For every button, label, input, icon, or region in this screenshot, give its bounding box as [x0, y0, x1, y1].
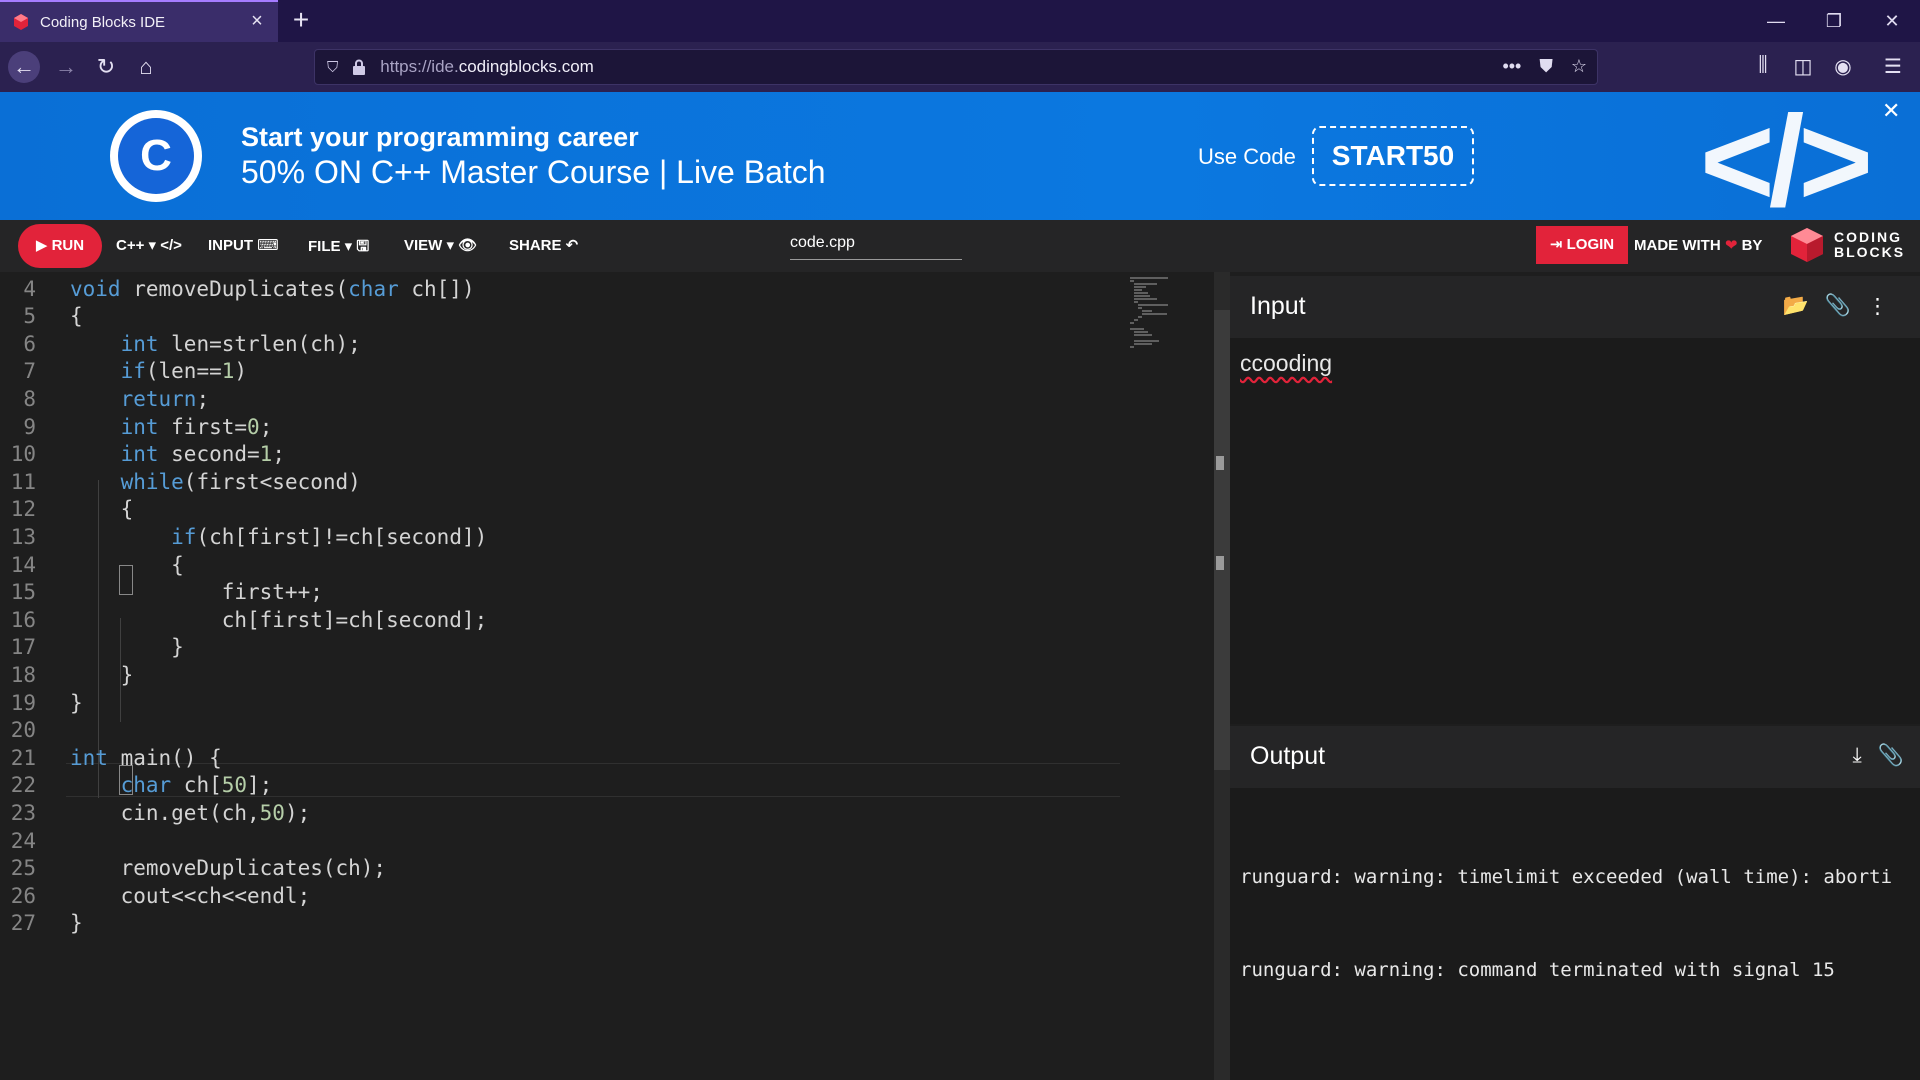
- minimap-line: [1134, 289, 1143, 291]
- page-actions-icon[interactable]: •••: [1502, 56, 1521, 77]
- minimap-line: [1130, 328, 1145, 330]
- view-menu[interactable]: VIEW ▾ 👁: [404, 236, 477, 254]
- banner-close-icon[interactable]: ✕: [1882, 98, 1900, 124]
- code-brackets-decoration: </>: [1700, 92, 1873, 220]
- forward-arrow-icon[interactable]: →: [50, 51, 82, 83]
- banner-subheadline: 50% ON C++ Master Course | Live Batch: [241, 154, 826, 190]
- coding-blocks-brand-text[interactable]: CODING BLOCKS: [1834, 230, 1905, 260]
- home-icon[interactable]: ⌂: [130, 51, 162, 83]
- language-selector[interactable]: C++ ▾ </>: [116, 236, 182, 254]
- tab-close-icon[interactable]: ×: [246, 10, 268, 32]
- minimap-line: [1138, 316, 1142, 318]
- browser-nav-bar: ← → ↻ ⌂ ⛉ https://ide.codingblocks.com •…: [0, 42, 1920, 92]
- promo-code: START50: [1312, 126, 1474, 186]
- minimap-line: [1134, 295, 1150, 297]
- editor-scrollbar[interactable]: [1214, 272, 1230, 1080]
- code-text[interactable]: }: [70, 906, 83, 940]
- coding-blocks-favicon-icon: [14, 14, 28, 30]
- minimap-line: [1130, 322, 1134, 324]
- more-vert-icon[interactable]: ⋮: [1867, 294, 1888, 319]
- minimap-line: [1134, 340, 1160, 342]
- minimap-line: [1134, 298, 1157, 300]
- stdout-text: runguard: warning: timelimit exceeded (w…: [1240, 800, 1920, 1048]
- browser-tab[interactable]: Coding Blocks IDE ×: [0, 0, 278, 42]
- browser-tab-bar: Coding Blocks IDE × + — ❐ ✕: [0, 0, 1920, 42]
- restore-button[interactable]: ❐: [1806, 0, 1862, 42]
- minimap-line: [1134, 331, 1149, 333]
- close-window-button[interactable]: ✕: [1864, 0, 1920, 42]
- line-number: 27: [10, 911, 36, 936]
- address-bar[interactable]: ⛉ https://ide.codingblocks.com ••• ⛊ ☆: [314, 49, 1598, 85]
- output-line: runguard: warning: command terminated wi…: [1240, 959, 1835, 981]
- paperclip-icon[interactable]: 📎: [1825, 294, 1851, 319]
- minimap-line: [1130, 277, 1169, 279]
- menu-icon[interactable]: ☰: [1880, 54, 1906, 79]
- heart-icon: ❤: [1724, 237, 1738, 254]
- filename-input[interactable]: code.cpp: [790, 230, 962, 260]
- tab-title: Coding Blocks IDE: [40, 13, 166, 31]
- paperclip-icon[interactable]: 📎: [1878, 744, 1904, 768]
- ide-toolbar: ▶ RUN C++ ▾ </> INPUT ⌨ FILE ▾ 🖫 VIEW ▾ …: [0, 220, 1920, 272]
- minimap-line: [1142, 310, 1152, 312]
- minimap-line: [1138, 304, 1168, 306]
- pocket-icon[interactable]: ⛊: [1539, 56, 1553, 77]
- reload-icon[interactable]: ↻: [90, 51, 122, 83]
- back-arrow-icon[interactable]: ←: [8, 51, 40, 83]
- download-icon[interactable]: ⤓: [1853, 744, 1862, 768]
- minimize-button[interactable]: —: [1748, 0, 1804, 42]
- minimap-line: [1134, 283, 1157, 285]
- minimap-line: [1134, 292, 1149, 294]
- share-button[interactable]: SHARE ↶: [509, 236, 578, 254]
- input-toggle[interactable]: INPUT ⌨: [208, 236, 279, 254]
- new-tab-button[interactable]: +: [286, 6, 316, 36]
- output-panel: Output ⤓ 📎 runguard: warning: timelimit …: [1230, 726, 1920, 1080]
- stdin-textarea[interactable]: ccooding: [1240, 350, 1332, 377]
- scrollbar-marker: [1216, 556, 1224, 570]
- minimap-line: [1134, 334, 1152, 336]
- cpp-logo-icon: C: [110, 110, 202, 202]
- url-text[interactable]: https://ide.codingblocks.com: [380, 57, 594, 77]
- minimap-line: [1138, 307, 1142, 309]
- folder-open-icon[interactable]: 📂: [1783, 294, 1809, 319]
- input-panel: Input 📂 📎 ⋮ ccooding: [1230, 276, 1920, 724]
- made-with-label: MADE WITH ❤ BY: [1634, 237, 1763, 254]
- coding-blocks-logo-icon[interactable]: [1788, 226, 1826, 264]
- run-button[interactable]: ▶ RUN: [18, 224, 102, 268]
- output-panel-header: Output ⤓ 📎: [1230, 726, 1920, 788]
- use-code-label: Use Code: [1198, 144, 1296, 169]
- code-line[interactable]: 27}: [0, 906, 1120, 940]
- account-icon[interactable]: ◉: [1830, 54, 1856, 79]
- minimap-line: [1130, 346, 1134, 348]
- minimap-line: [1134, 301, 1138, 303]
- minimap-line: [1134, 343, 1152, 345]
- code-editor[interactable]: 34void removeDuplicates(char ch[])5{6 in…: [0, 272, 1214, 1080]
- minimap-line: [1130, 280, 1134, 282]
- login-button[interactable]: ⇥ LOGIN: [1536, 226, 1628, 264]
- output-panel-title: Output: [1250, 742, 1326, 770]
- output-line: runguard: warning: timelimit exceeded (w…: [1240, 866, 1893, 888]
- editor-minimap[interactable]: [1126, 272, 1214, 1080]
- input-panel-title: Input: [1250, 292, 1306, 320]
- sidebar-icon[interactable]: ◫: [1790, 54, 1816, 79]
- minimap-line: [1134, 319, 1138, 321]
- minimap-line: [1142, 313, 1168, 315]
- tracking-shield-icon[interactable]: ⛉: [327, 59, 338, 76]
- bookmark-star-icon[interactable]: ☆: [1571, 56, 1587, 77]
- file-menu[interactable]: FILE ▾ 🖫: [308, 236, 369, 261]
- banner-headline: Start your programming career: [241, 122, 639, 152]
- promo-banner[interactable]: C Start your programming career 50% ON C…: [0, 92, 1920, 220]
- lock-icon[interactable]: [352, 59, 366, 75]
- scrollbar-thumb[interactable]: [1214, 310, 1230, 770]
- input-panel-header: Input 📂 📎 ⋮: [1230, 276, 1920, 338]
- scrollbar-marker: [1216, 456, 1224, 470]
- minimap-line: [1134, 286, 1146, 288]
- library-icon[interactable]: ⫼: [1750, 54, 1776, 77]
